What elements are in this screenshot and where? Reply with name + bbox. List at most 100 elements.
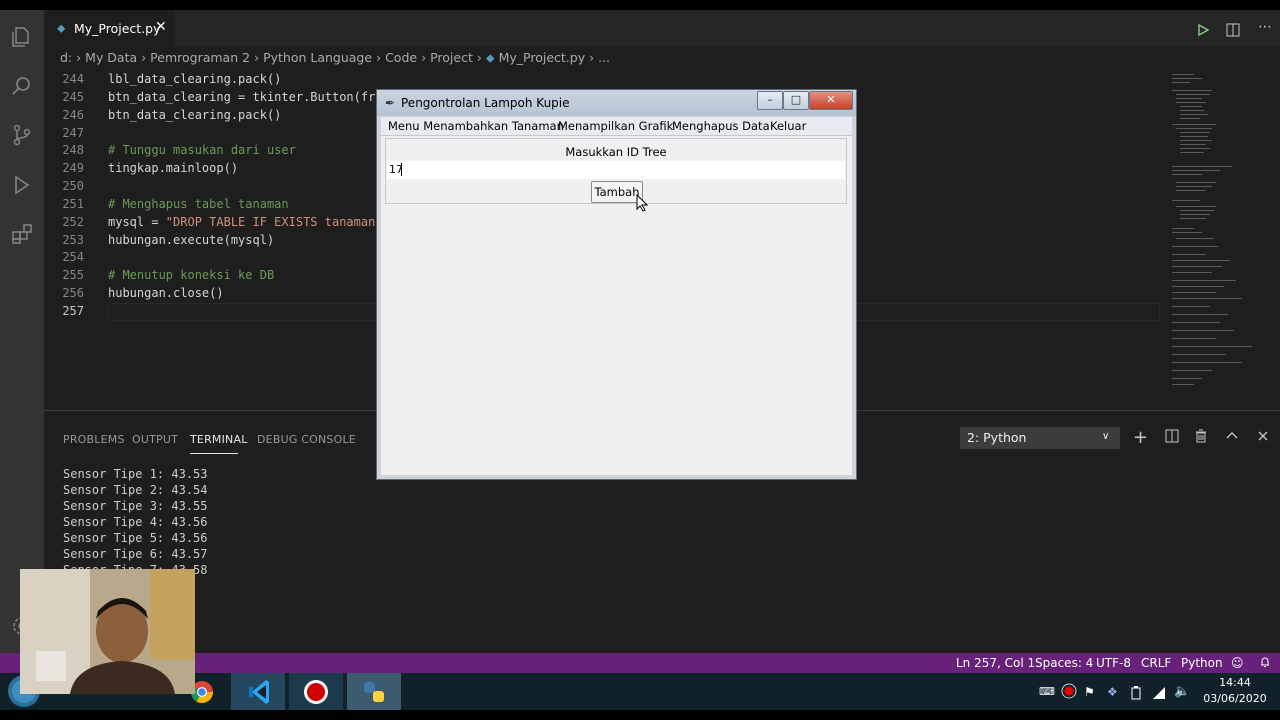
desktop-screen: ⬥ My_Project.py ✕ ⋯ d: › My Data › Pemrogram…	[0, 10, 1280, 710]
menu-menambahkan-tanaman[interactable]: Menu Menambahkan Tanaman	[388, 119, 564, 133]
tab-close-icon[interactable]: ✕	[155, 19, 167, 35]
code-line: btn_data_clearing.pack()	[108, 108, 282, 122]
python-app-icon[interactable]	[347, 673, 401, 710]
record-icon[interactable]	[289, 673, 343, 710]
line-number: 254	[62, 250, 84, 264]
maximize-panel-icon[interactable]	[1225, 429, 1241, 445]
breadcrumb-item[interactable]: ...	[598, 50, 610, 65]
feather-icon: ✒	[385, 96, 396, 110]
extensions-icon[interactable]	[10, 222, 34, 246]
text-caret	[401, 163, 402, 176]
terminal-line: Sensor Tipe 1: 43.53	[63, 467, 208, 481]
language-mode[interactable]: Python	[1181, 656, 1223, 670]
cursor-position[interactable]: Ln 257, Col 1	[956, 656, 1035, 670]
terminal-line: Sensor Tipe 5: 43.56	[63, 531, 208, 545]
minimap[interactable]	[1164, 70, 1272, 390]
breadcrumb-item[interactable]: My Data	[85, 50, 137, 65]
line-number: 247	[62, 126, 84, 140]
tab-debug-console[interactable]: DEBUG CONSOLE	[257, 433, 356, 446]
line-number: 248	[62, 143, 84, 157]
clock-date: 03/06/2020	[1203, 692, 1267, 705]
terminal-line: Sensor Tipe 2: 43.54	[63, 483, 208, 497]
id-tree-entry[interactable]: 17	[387, 161, 845, 179]
record-tray-icon[interactable]	[1061, 683, 1077, 710]
tab-terminal[interactable]: TERMINAL	[190, 433, 248, 446]
run-debug-icon[interactable]	[10, 173, 34, 197]
line-number: 255	[62, 268, 84, 282]
tk-title-bar[interactable]: ✒ Pengontrolan Lampoh Kupie – □ ✕	[377, 90, 856, 116]
menu-menghapus-data[interactable]: Menghapus Data	[672, 119, 770, 133]
run-file-icon[interactable]	[1196, 22, 1210, 37]
tab-problems[interactable]: PROBLEMS	[63, 433, 125, 446]
line-number: 246	[62, 108, 84, 122]
breadcrumb-item[interactable]: My_Project.py	[499, 50, 586, 65]
chevron-down-icon: ∨	[1102, 431, 1110, 442]
line-number: 250	[62, 179, 84, 193]
indentation[interactable]: Spaces: 4	[1035, 656, 1093, 670]
python-file-icon: ⬥	[57, 21, 66, 35]
line-ending[interactable]: CRLF	[1141, 656, 1171, 670]
tk-window-title: Pengontrolan Lampoh Kupie	[401, 96, 570, 110]
system-clock[interactable]: 14:44 03/06/2020	[1200, 675, 1270, 707]
feedback-icon[interactable]: ☺	[1231, 656, 1244, 670]
source-control-icon[interactable]	[10, 123, 34, 147]
terminal-line: Sensor Tipe 6: 43.57	[63, 547, 208, 561]
breadcrumb-item[interactable]: Code	[385, 50, 417, 65]
tab-my-project[interactable]: ⬥ My_Project.py ✕	[44, 10, 174, 46]
menu-menampilkan-grafik[interactable]: Menampilkan Grafik	[558, 119, 673, 133]
close-button[interactable]: ✕	[809, 91, 853, 110]
minimize-button[interactable]: –	[757, 91, 783, 110]
terminal-line: Sensor Tipe 4: 43.56	[63, 515, 208, 529]
encoding[interactable]: UTF-8	[1096, 656, 1131, 670]
line-number: 251	[62, 197, 84, 211]
menu-keluar[interactable]: Keluar	[770, 119, 806, 133]
line-number: 257	[62, 304, 84, 318]
flag-icon[interactable]: ⚑	[1084, 685, 1098, 710]
tk-input-frame: Masukkan ID Tree 17 Tambah	[385, 138, 847, 204]
clock-time: 14:44	[1219, 676, 1251, 689]
close-panel-icon[interactable]	[1256, 429, 1272, 445]
network-icon[interactable]	[1152, 685, 1166, 710]
more-actions-icon[interactable]: ⋯	[1258, 19, 1272, 35]
line-number: 249	[62, 161, 84, 175]
terminal-select-value: 2: Python	[967, 430, 1027, 445]
dropbox-icon[interactable]: ❖	[1107, 685, 1121, 710]
line-number: 256	[62, 286, 84, 300]
webcam-overlay	[20, 569, 195, 694]
breadcrumb-item[interactable]: d:	[60, 50, 72, 65]
split-editor-icon[interactable]	[1226, 22, 1240, 37]
code-comment: # Menghapus tabel tanaman	[108, 197, 289, 211]
maximize-button[interactable]: □	[783, 91, 809, 110]
search-icon[interactable]	[10, 74, 34, 98]
activity-bar	[0, 10, 44, 653]
chevron-right-icon: ›	[421, 50, 427, 65]
tab-output[interactable]: OUTPUT	[132, 433, 178, 446]
keyboard-icon[interactable]: ⌨	[1039, 685, 1055, 710]
new-terminal-icon[interactable]: +	[1133, 427, 1149, 448]
volume-icon[interactable]: 🔈	[1174, 684, 1190, 710]
tk-menu-bar: Menu Menambahkan Tanaman Menampilkan Gra…	[381, 117, 852, 136]
mouse-cursor-icon	[636, 193, 649, 212]
terminal-select[interactable]: 2: Python ∨	[960, 427, 1120, 449]
tk-client-area: Masukkan ID Tree 17 Tambah	[381, 136, 852, 475]
breadcrumb-item[interactable]: Project	[430, 50, 473, 65]
vscode-icon[interactable]	[231, 673, 285, 710]
code-comment: # Tunggu masukan dari user	[108, 143, 296, 157]
tab-label: My_Project.py	[74, 21, 161, 36]
breadcrumb-item[interactable]: Python Language	[263, 50, 372, 65]
code-line: hubungan.execute(mysql)	[108, 233, 275, 247]
chevron-right-icon: ›	[76, 50, 82, 65]
chevron-right-icon: ›	[141, 50, 147, 65]
active-tab-indicator	[190, 453, 238, 454]
breadcrumb-item[interactable]: Pemrograman 2	[150, 50, 250, 65]
editor-tab-bar: ⬥ My_Project.py ✕ ⋯	[44, 10, 1280, 46]
breadcrumb: d: › My Data › Pemrograman 2 › Python Language…	[60, 50, 610, 66]
trash-icon[interactable]	[1194, 429, 1210, 445]
explorer-icon[interactable]	[10, 25, 34, 49]
chevron-right-icon: ›	[376, 50, 382, 65]
split-terminal-icon[interactable]	[1165, 429, 1181, 445]
terminal-output[interactable]: Sensor Tipe 1: 43.53 Sensor Tipe 2: 43.5…	[63, 466, 208, 578]
code-line: lbl_data_clearing.pack()	[108, 72, 282, 86]
battery-icon[interactable]	[1131, 685, 1143, 710]
bell-icon[interactable]	[1259, 656, 1271, 671]
